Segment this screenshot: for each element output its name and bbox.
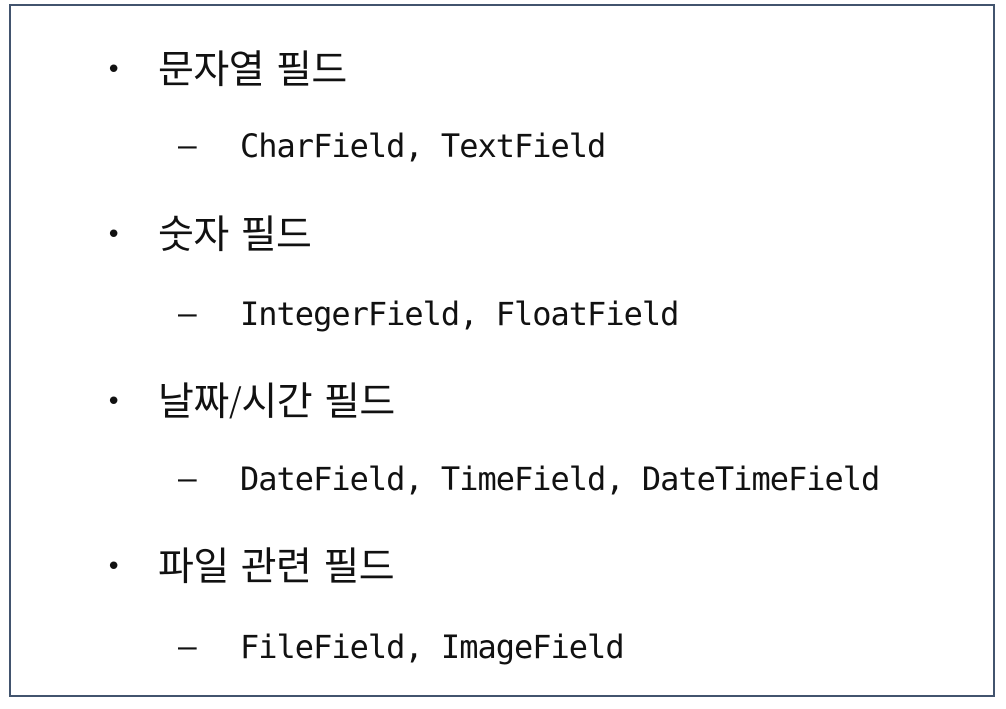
- sub-list-item: – DateField, TimeField, DateTimeField: [11, 449, 993, 509]
- dash-icon: –: [178, 295, 197, 332]
- list-item: • 숫자 필드: [11, 205, 993, 265]
- section-title-number-fields: 숫자 필드: [158, 212, 312, 258]
- bullet-icon: •: [106, 220, 122, 250]
- sub-item-number-fields: IntegerField, FloatField: [240, 295, 679, 333]
- list-item: • 파일 관련 필드: [11, 537, 993, 597]
- bullet-icon: •: [106, 552, 122, 582]
- dash-icon: –: [178, 628, 197, 665]
- slide-frame: • 문자열 필드 – CharField, TextField • 숫자 필드 …: [9, 4, 995, 697]
- list-item: • 날짜/시간 필드: [11, 372, 993, 432]
- bullet-icon: •: [106, 387, 122, 417]
- section-title-string-fields: 문자열 필드: [158, 47, 347, 93]
- sub-item-string-fields: CharField, TextField: [240, 127, 606, 165]
- sub-item-datetime-fields: DateField, TimeField, DateTimeField: [240, 460, 880, 498]
- list-item: • 문자열 필드: [11, 40, 993, 100]
- dash-icon: –: [178, 127, 197, 164]
- section-title-datetime-fields: 날짜/시간 필드: [158, 379, 395, 425]
- sub-list-item: – CharField, TextField: [11, 116, 993, 176]
- bullet-icon: •: [106, 55, 122, 85]
- sub-list-item: – IntegerField, FloatField: [11, 284, 993, 344]
- dash-icon: –: [178, 460, 197, 497]
- section-title-file-fields: 파일 관련 필드: [158, 544, 395, 590]
- sub-list-item: – FileField, ImageField: [11, 617, 993, 677]
- sub-item-file-fields: FileField, ImageField: [240, 628, 625, 666]
